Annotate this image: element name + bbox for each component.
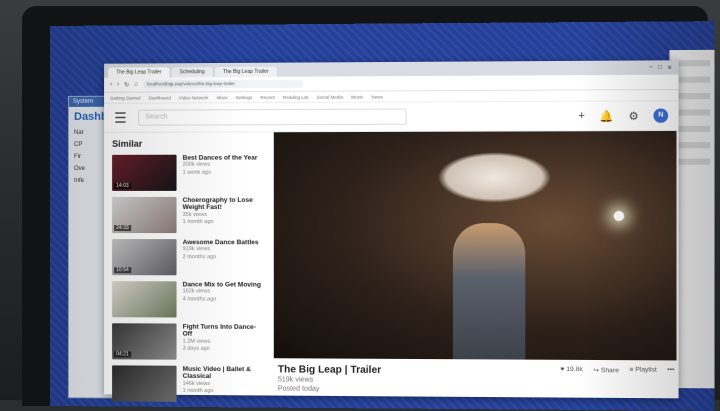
share-button[interactable]: ↪ Share <box>593 366 619 374</box>
video-thumbnail[interactable] <box>112 281 176 317</box>
plus-icon[interactable]: + <box>578 110 585 122</box>
bookmark[interactable]: News <box>371 94 383 99</box>
video-player[interactable] <box>274 131 677 360</box>
video-views: 35k views <box>183 212 262 219</box>
main-content: Similar 14:03 Best Dances of the Year200… <box>104 131 679 411</box>
video-actions: ♥ 19.8k ↪ Share ≡ Playlist ••• <box>560 366 674 397</box>
list-item[interactable]: 04:21 Fight Turns Into Dance-Off1.2M vie… <box>112 323 261 360</box>
close-icon[interactable]: ✕ <box>667 64 672 71</box>
avatar[interactable]: N <box>653 108 668 122</box>
bookmark[interactable]: Video Network <box>179 95 208 100</box>
list-item[interactable]: 24:33 Choerography to Lose Weight Fast!3… <box>112 197 261 233</box>
playlist-label: Playlist <box>635 366 657 373</box>
video-title[interactable]: Choerography to Lose Weight Fast! <box>183 197 262 212</box>
duration-badge: 14:03 <box>114 183 131 189</box>
video-title[interactable]: Best Dances of the Year <box>183 155 258 163</box>
video-views: 919k views <box>183 247 259 254</box>
video-age: 4 months ago <box>183 296 261 303</box>
bookmark[interactable]: Recent <box>260 94 274 99</box>
list-item[interactable]: Dance Mix to Get Moving162k views4 month… <box>112 281 261 318</box>
like-count: 19.8k <box>566 366 583 373</box>
bookmark[interactable]: Getting Started <box>110 95 140 100</box>
more-options-icon[interactable]: ••• <box>667 367 674 374</box>
video-age: 1 month ago <box>183 388 262 396</box>
video-age: 1 month ago <box>183 219 262 226</box>
video-player-area: The Big Leap | Trailer 519k views Posted… <box>274 131 679 411</box>
maximize-icon[interactable]: □ <box>658 64 662 71</box>
video-main-posted: Posted today <box>278 385 381 395</box>
video-thumbnail[interactable]: 10:54 <box>112 239 176 275</box>
like-button[interactable]: ♥ 19.8k <box>560 366 582 373</box>
duration-badge: 24:33 <box>114 225 131 231</box>
menu-icon[interactable]: ☰ <box>114 109 130 126</box>
bookmark[interactable]: Settings <box>236 95 253 100</box>
video-age: 1 week ago <box>183 169 258 176</box>
sidebar-title: Similar <box>112 138 261 148</box>
monitor-screen: System Dashb Nar CP Fir Ove Infe The Big… <box>50 21 714 411</box>
bookmark[interactable]: Music <box>351 94 363 99</box>
share-icon: ↪ <box>593 367 599 374</box>
gear-icon[interactable]: ⚙ <box>628 109 638 122</box>
video-title[interactable]: Awesome Dance Battles <box>183 239 259 247</box>
video-age: 2 months ago <box>183 254 259 261</box>
video-title[interactable]: Fight Turns Into Dance-Off <box>183 324 262 339</box>
video-thumbnail[interactable] <box>112 365 176 402</box>
tab-trailer-2[interactable]: The Big Leap Trailer <box>215 67 277 77</box>
heart-icon: ♥ <box>560 366 564 373</box>
browser-window: The Big Leap Trailer Scheduling The Big … <box>104 60 679 398</box>
minimize-icon[interactable]: – <box>649 65 652 72</box>
window-controls: – □ ✕ <box>643 64 679 74</box>
tab-trailer[interactable]: The Big Leap Trailer <box>108 67 169 77</box>
video-thumbnail[interactable]: 04:21 <box>112 323 176 359</box>
share-label: Share <box>601 367 619 374</box>
video-info: The Big Leap | Trailer 519k views Posted… <box>274 358 679 402</box>
bookmark[interactable]: Reading List <box>283 94 308 99</box>
bell-icon[interactable]: 🔔 <box>600 109 614 122</box>
bookmark[interactable]: Inbox <box>216 95 227 100</box>
list-item[interactable]: Music Video | Ballet & Classical146k vie… <box>112 365 261 402</box>
video-main-title: The Big Leap | Trailer <box>278 364 381 376</box>
playlist-button[interactable]: ≡ Playlist <box>629 366 656 373</box>
app-header: ☰ Search + 🔔 ⚙ N <box>104 101 679 133</box>
home-icon[interactable]: ⌂ <box>134 82 138 88</box>
video-thumbnail[interactable]: 24:33 <box>112 197 176 233</box>
bookmark[interactable]: Dashboard <box>149 95 171 100</box>
forward-icon[interactable]: › <box>117 82 119 88</box>
video-title[interactable]: Music Video | Ballet & Classical <box>183 366 262 382</box>
header-icons: + 🔔 ⚙ N <box>578 108 668 123</box>
playlist-icon: ≡ <box>629 366 633 373</box>
reload-icon[interactable]: ↻ <box>124 81 129 88</box>
address-bar[interactable]: localhost/bigLeap/videos/the-big-leap-tr… <box>143 80 303 89</box>
search-input[interactable]: Search <box>138 109 406 126</box>
video-age: 3 days ago <box>183 346 262 354</box>
duration-badge: 04:21 <box>114 351 131 357</box>
back-icon[interactable]: ‹ <box>110 82 112 88</box>
duration-badge: 10:54 <box>114 267 131 273</box>
tab-scheduling[interactable]: Scheduling <box>172 67 213 77</box>
similar-sidebar: Similar 14:03 Best Dances of the Year200… <box>104 132 270 411</box>
list-item[interactable]: 10:54 Awesome Dance Battles919k views2 m… <box>112 239 261 275</box>
video-frame-dancer <box>453 223 525 359</box>
video-frame-light <box>614 211 624 221</box>
list-item[interactable]: 14:03 Best Dances of the Year200k views1… <box>112 154 261 190</box>
video-frame-dancer <box>438 152 552 203</box>
bookmark[interactable]: Social Media <box>317 94 343 99</box>
video-thumbnail[interactable]: 14:03 <box>112 155 176 191</box>
